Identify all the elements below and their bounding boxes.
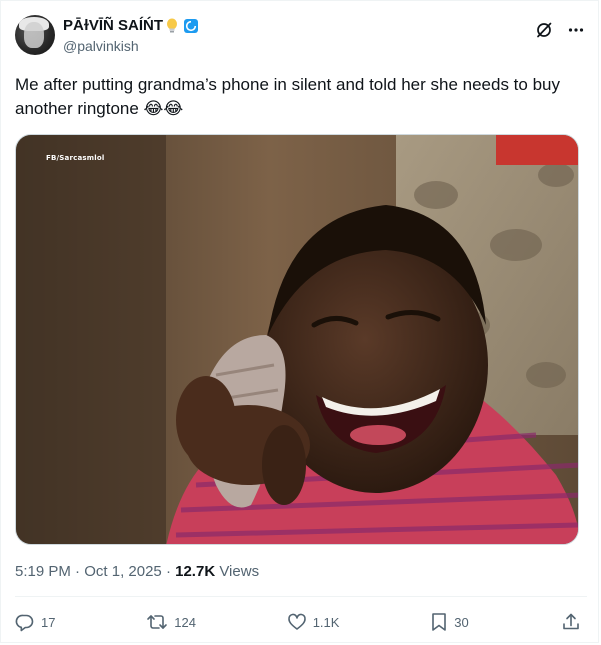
tweet-time[interactable]: 5:19 PM (15, 563, 71, 580)
views-label: Views (219, 563, 260, 580)
like-button[interactable]: 1.1K (287, 612, 340, 632)
avatar[interactable] (15, 15, 55, 55)
tweet-actions-bar: 17 124 1.1K 30 (15, 609, 581, 635)
reply-count: 17 (41, 614, 56, 630)
meme-image (16, 135, 578, 544)
bookmark-button[interactable]: 30 (430, 612, 470, 632)
tweet-date[interactable]: Oct 1, 2025 (84, 563, 162, 580)
tweet-meta: 5:19 PM · Oct 1, 2025 · 12.7K Views (15, 562, 259, 582)
grok-icon[interactable] (533, 19, 555, 41)
bookmark-icon (432, 613, 447, 631)
share-button[interactable] (561, 612, 581, 632)
tweet-header: PĀɫVĪÑ SAÍŃT @palvinkish (15, 15, 587, 61)
image-watermark: FB/Sarcasmlol (46, 154, 105, 162)
tweet-text: Me after putting grandma’s phone in sile… (15, 75, 560, 118)
reply-button[interactable]: 17 (15, 612, 55, 632)
author-name-row[interactable]: PĀɫVĪÑ SAÍŃT (63, 17, 199, 35)
heart-icon (287, 613, 306, 630)
retweet-count: 124 (174, 614, 196, 630)
lightbulb-icon (166, 18, 180, 34)
share-icon (563, 613, 579, 630)
retweet-button[interactable]: 124 (146, 612, 196, 632)
tweet-card: PĀɫVĪÑ SAÍŃT @palvinkish Me after puttin… (0, 0, 599, 643)
author-display-name[interactable]: PĀɫVĪÑ SAÍŃT (63, 17, 163, 35)
reply-icon (15, 614, 34, 632)
more-icon[interactable] (565, 19, 587, 41)
retweet-icon (147, 615, 168, 629)
verified-badge-icon[interactable] (183, 18, 199, 34)
author-handle[interactable]: @palvinkish (63, 37, 199, 55)
bookmark-count: 30 (454, 614, 469, 630)
meta-separator: · (75, 563, 81, 580)
author-names: PĀɫVĪÑ SAÍŃT @palvinkish (63, 17, 199, 55)
views-count[interactable]: 12.7K (175, 563, 215, 580)
tweet-top-actions (533, 19, 587, 41)
divider (15, 596, 587, 597)
like-count: 1.1K (312, 614, 340, 630)
meta-separator: · (165, 563, 171, 580)
tweet-image[interactable]: FB/Sarcasmlol (15, 134, 579, 545)
